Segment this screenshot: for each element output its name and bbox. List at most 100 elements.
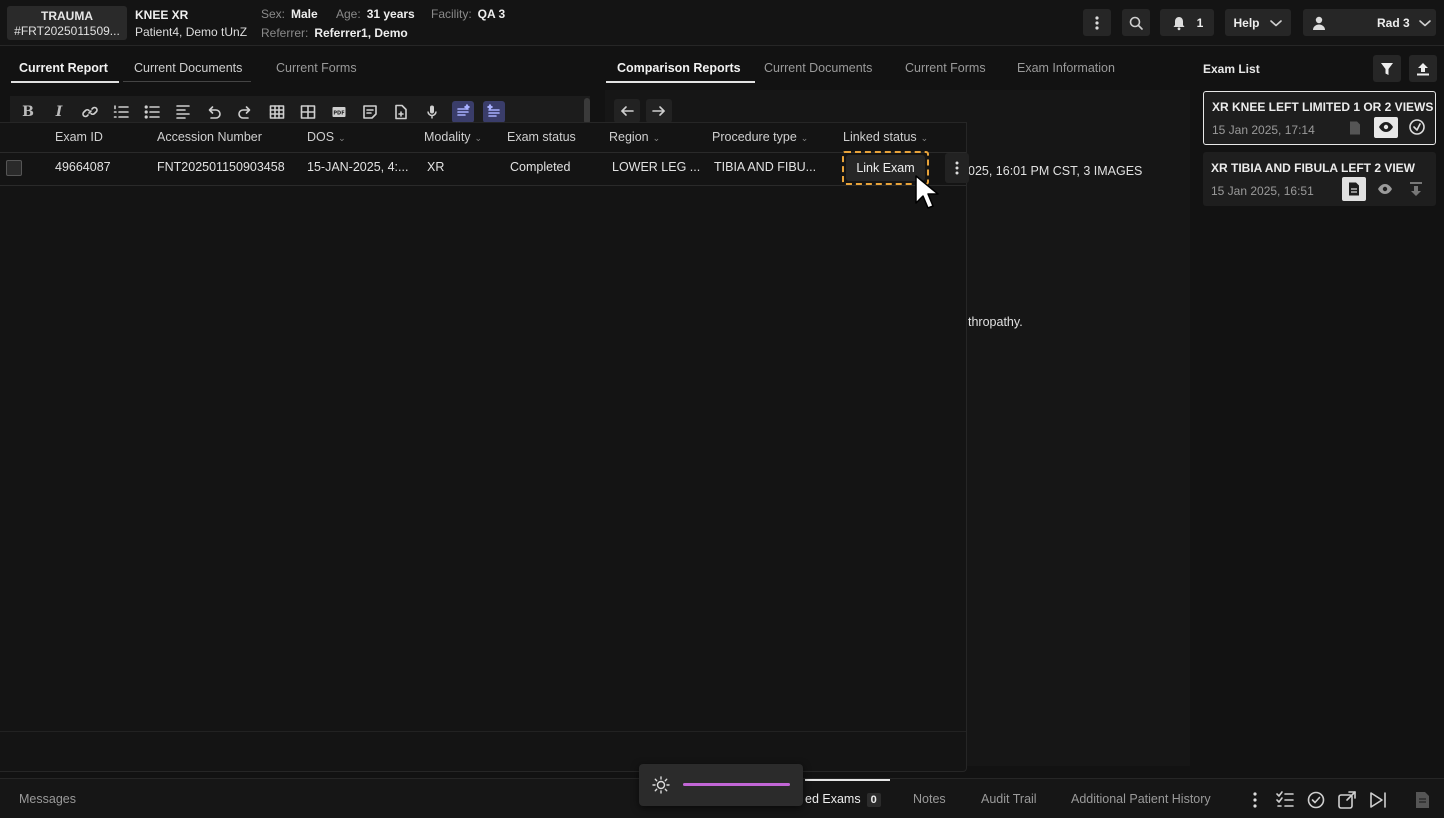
column-accession[interactable]: Accession Number bbox=[157, 130, 262, 144]
sun-icon bbox=[652, 776, 670, 794]
linked-exams-tab[interactable]: ed Exams 0 bbox=[805, 792, 881, 807]
sort-caret-icon: ⌄ bbox=[474, 133, 483, 143]
pdf-icon[interactable]: PDF bbox=[328, 101, 350, 123]
cell-region: LOWER LEG ... bbox=[612, 160, 701, 174]
mouse-cursor-icon bbox=[915, 175, 939, 209]
vertical-dots-icon[interactable] bbox=[1245, 790, 1265, 810]
upload-icon bbox=[1417, 62, 1429, 75]
column-exam-id[interactable]: Exam ID bbox=[55, 130, 103, 144]
filter-button[interactable] bbox=[1373, 55, 1401, 82]
case-id-box[interactable]: TRAUMA #FRT2025011509... bbox=[7, 6, 127, 40]
help-label: Help bbox=[1233, 15, 1260, 30]
file-add-icon[interactable] bbox=[390, 101, 412, 123]
row-checkbox[interactable] bbox=[6, 160, 22, 176]
more-menu-button[interactable] bbox=[1083, 9, 1111, 36]
compare-icon[interactable] bbox=[1408, 118, 1426, 136]
bullet-list-icon[interactable] bbox=[141, 101, 163, 123]
document-icon bbox=[1349, 182, 1359, 196]
exam-list-item[interactable]: XR KNEE LEFT LIMITED 1 OR 2 VIEWS 15 Jan… bbox=[1203, 91, 1436, 145]
case-label: TRAUMA bbox=[41, 9, 93, 23]
table-icon[interactable] bbox=[266, 101, 288, 123]
redo-icon[interactable] bbox=[234, 101, 256, 123]
sign-report-icon[interactable] bbox=[1412, 790, 1432, 810]
brightness-slider[interactable] bbox=[683, 783, 790, 786]
download-icon[interactable] bbox=[1409, 181, 1423, 197]
vertical-dots-icon bbox=[955, 161, 959, 175]
arrow-right-icon bbox=[652, 106, 665, 116]
user-icon bbox=[1313, 16, 1325, 30]
undo-icon[interactable] bbox=[203, 101, 225, 123]
sort-caret-icon: ⌄ bbox=[920, 133, 929, 143]
exam-list-item-date: 15 Jan 2025, 16:51 bbox=[1211, 184, 1314, 198]
help-dropdown[interactable]: Help bbox=[1225, 9, 1291, 36]
align-icon[interactable] bbox=[172, 101, 194, 123]
tab-right-current-forms[interactable]: Current Forms bbox=[905, 61, 986, 81]
brightness-popup bbox=[639, 764, 803, 806]
tab-current-documents[interactable]: Current Documents bbox=[123, 61, 252, 82]
column-dos[interactable]: DOS ⌄ bbox=[307, 130, 346, 144]
app-header: TRAUMA #FRT2025011509... KNEE XR Patient… bbox=[0, 0, 1444, 46]
search-icon bbox=[1129, 16, 1143, 30]
exam-list-item-title: XR KNEE LEFT LIMITED 1 OR 2 VIEWS bbox=[1212, 100, 1434, 114]
link-icon[interactable] bbox=[79, 101, 101, 123]
referrer-field: Referrer: Referrer1, Demo bbox=[261, 26, 408, 40]
checklist-icon[interactable] bbox=[1275, 790, 1295, 810]
exam-list-title: Exam List bbox=[1203, 62, 1260, 76]
comparison-report-header: 025, 16:01 PM CST, 3 IMAGES bbox=[968, 164, 1143, 178]
search-button[interactable] bbox=[1122, 9, 1150, 36]
template-icon[interactable] bbox=[359, 101, 381, 123]
prev-report-button[interactable] bbox=[614, 99, 640, 123]
tab-right-current-documents[interactable]: Current Documents bbox=[764, 61, 872, 81]
skip-next-icon[interactable] bbox=[1368, 790, 1388, 810]
bold-icon[interactable]: B bbox=[17, 101, 39, 123]
notes-tab[interactable]: Notes bbox=[913, 792, 946, 806]
exam-list-item-title: XR TIBIA AND FIBULA LEFT 2 VIEW bbox=[1211, 161, 1415, 175]
patient-name: Patient4, Demo tUnZ bbox=[135, 25, 248, 39]
exam-title: KNEE XR bbox=[135, 8, 189, 22]
chevron-down-icon bbox=[1269, 19, 1282, 26]
sort-caret-icon: ⌄ bbox=[652, 133, 661, 143]
tab-current-forms[interactable]: Current Forms bbox=[276, 61, 357, 81]
column-procedure-type[interactable]: Procedure type ⌄ bbox=[712, 130, 808, 144]
sort-caret-icon: ⌄ bbox=[338, 133, 346, 143]
tab-current-report[interactable]: Current Report bbox=[11, 61, 119, 83]
cell-modality: XR bbox=[427, 160, 445, 174]
arrow-left-icon bbox=[621, 106, 634, 116]
share-icon[interactable] bbox=[1337, 790, 1357, 810]
tab-exam-information[interactable]: Exam Information bbox=[1017, 61, 1115, 81]
ordered-list-icon[interactable] bbox=[110, 101, 132, 123]
column-region[interactable]: Region ⌄ bbox=[609, 130, 660, 144]
exam-list-item[interactable]: XR TIBIA AND FIBULA LEFT 2 VIEW 15 Jan 2… bbox=[1203, 152, 1436, 206]
column-modality[interactable]: Modality ⌄ bbox=[424, 130, 482, 144]
report-button[interactable] bbox=[1342, 177, 1366, 201]
additional-history-tab[interactable]: Additional Patient History bbox=[1071, 792, 1211, 806]
column-exam-status[interactable]: Exam status bbox=[507, 130, 576, 144]
chevron-down-icon bbox=[1418, 19, 1431, 26]
report-icon[interactable] bbox=[1347, 120, 1363, 136]
tab-comparison-reports[interactable]: Comparison Reports bbox=[606, 61, 755, 83]
view-images-button[interactable] bbox=[1374, 117, 1398, 138]
cell-accession: FNT202501150903458 bbox=[157, 160, 285, 174]
table-footer-divider bbox=[0, 731, 966, 732]
user-menu[interactable]: Rad 3 bbox=[1303, 9, 1436, 36]
comparison-report-text: thropathy. bbox=[968, 315, 1023, 329]
verified-icon[interactable] bbox=[1306, 790, 1326, 810]
ai-assist-icon[interactable] bbox=[452, 101, 474, 123]
grid-icon[interactable] bbox=[297, 101, 319, 123]
ai-report-icon[interactable] bbox=[483, 101, 505, 123]
messages-tab[interactable]: Messages bbox=[19, 792, 76, 806]
brightness-slider-fill bbox=[683, 783, 790, 786]
column-linked-status[interactable]: Linked status ⌄ bbox=[843, 130, 928, 144]
italic-icon[interactable]: I bbox=[48, 101, 70, 123]
microphone-icon[interactable] bbox=[421, 101, 443, 123]
upload-button[interactable] bbox=[1409, 55, 1437, 82]
toolbar-scrollbar[interactable] bbox=[584, 98, 590, 124]
audit-trail-tab[interactable]: Audit Trail bbox=[981, 792, 1037, 806]
link-exam-table: Exam ID Accession Number DOS ⌄ Modality ⌄ … bbox=[0, 122, 969, 772]
row-more-button[interactable] bbox=[945, 153, 969, 183]
next-report-button[interactable] bbox=[646, 99, 672, 123]
table-row[interactable] bbox=[0, 152, 966, 186]
eye-icon[interactable] bbox=[1377, 183, 1393, 195]
case-id: #FRT2025011509... bbox=[14, 24, 120, 38]
notifications-button[interactable]: 1 bbox=[1160, 9, 1214, 36]
